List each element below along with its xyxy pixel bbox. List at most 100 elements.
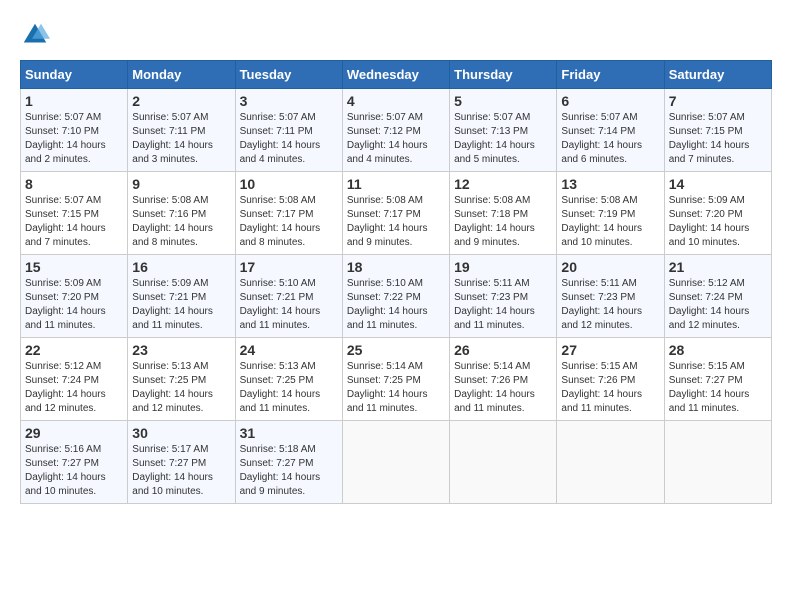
day-sunrise: Sunrise: 5:09 AM — [669, 195, 745, 206]
day-sunset: Sunset: 7:11 PM — [240, 126, 313, 137]
day-cell-29: 29 Sunrise: 5:16 AM Sunset: 7:27 PM Dayl… — [21, 421, 128, 504]
day-cell-22: 22 Sunrise: 5:12 AM Sunset: 7:24 PM Dayl… — [21, 338, 128, 421]
day-sunset: Sunset: 7:25 PM — [347, 375, 421, 386]
day-cell-31: 31 Sunrise: 5:18 AM Sunset: 7:27 PM Dayl… — [235, 421, 342, 504]
day-number: 23 — [132, 342, 230, 358]
day-cell-30: 30 Sunrise: 5:17 AM Sunset: 7:27 PM Dayl… — [128, 421, 235, 504]
header-row: SundayMondayTuesdayWednesdayThursdayFrid… — [21, 61, 772, 89]
day-sunset: Sunset: 7:16 PM — [132, 209, 206, 220]
day-sunset: Sunset: 7:22 PM — [347, 292, 421, 303]
day-sunset: Sunset: 7:15 PM — [25, 209, 99, 220]
day-daylight: Daylight: 14 hours and 2 minutes. — [25, 140, 106, 165]
day-cell-23: 23 Sunrise: 5:13 AM Sunset: 7:25 PM Dayl… — [128, 338, 235, 421]
day-sunrise: Sunrise: 5:18 AM — [240, 444, 316, 455]
day-daylight: Daylight: 14 hours and 9 minutes. — [347, 223, 428, 248]
day-daylight: Daylight: 14 hours and 9 minutes. — [240, 472, 321, 497]
day-cell-24: 24 Sunrise: 5:13 AM Sunset: 7:25 PM Dayl… — [235, 338, 342, 421]
day-sunrise: Sunrise: 5:07 AM — [454, 112, 530, 123]
day-sunrise: Sunrise: 5:09 AM — [25, 278, 101, 289]
day-cell-9: 9 Sunrise: 5:08 AM Sunset: 7:16 PM Dayli… — [128, 172, 235, 255]
day-daylight: Daylight: 14 hours and 11 minutes. — [454, 389, 535, 414]
day-sunrise: Sunrise: 5:07 AM — [669, 112, 745, 123]
day-sunrise: Sunrise: 5:08 AM — [454, 195, 530, 206]
day-daylight: Daylight: 14 hours and 7 minutes. — [25, 223, 106, 248]
day-daylight: Daylight: 14 hours and 9 minutes. — [454, 223, 535, 248]
day-cell-4: 4 Sunrise: 5:07 AM Sunset: 7:12 PM Dayli… — [342, 89, 449, 172]
day-cell-2: 2 Sunrise: 5:07 AM Sunset: 7:11 PM Dayli… — [128, 89, 235, 172]
day-number: 20 — [561, 259, 659, 275]
day-number: 5 — [454, 93, 552, 109]
column-header-friday: Friday — [557, 61, 664, 89]
day-cell-1: 1 Sunrise: 5:07 AM Sunset: 7:10 PM Dayli… — [21, 89, 128, 172]
day-sunrise: Sunrise: 5:08 AM — [347, 195, 423, 206]
day-cell-26: 26 Sunrise: 5:14 AM Sunset: 7:26 PM Dayl… — [450, 338, 557, 421]
day-sunset: Sunset: 7:27 PM — [240, 458, 314, 469]
day-number: 25 — [347, 342, 445, 358]
column-header-saturday: Saturday — [664, 61, 771, 89]
day-sunrise: Sunrise: 5:14 AM — [347, 361, 423, 372]
day-number: 22 — [25, 342, 123, 358]
day-sunrise: Sunrise: 5:15 AM — [669, 361, 745, 372]
day-daylight: Daylight: 14 hours and 12 minutes. — [669, 306, 750, 331]
day-daylight: Daylight: 14 hours and 10 minutes. — [561, 223, 642, 248]
day-cell-27: 27 Sunrise: 5:15 AM Sunset: 7:26 PM Dayl… — [557, 338, 664, 421]
empty-cell — [342, 421, 449, 504]
day-number: 3 — [240, 93, 338, 109]
day-daylight: Daylight: 14 hours and 11 minutes. — [240, 389, 321, 414]
day-number: 6 — [561, 93, 659, 109]
day-daylight: Daylight: 14 hours and 11 minutes. — [454, 306, 535, 331]
day-sunrise: Sunrise: 5:10 AM — [347, 278, 423, 289]
calendar-week-2: 8 Sunrise: 5:07 AM Sunset: 7:15 PM Dayli… — [21, 172, 772, 255]
day-sunrise: Sunrise: 5:10 AM — [240, 278, 316, 289]
day-number: 30 — [132, 425, 230, 441]
day-number: 28 — [669, 342, 767, 358]
day-sunset: Sunset: 7:27 PM — [669, 375, 743, 386]
day-daylight: Daylight: 14 hours and 4 minutes. — [347, 140, 428, 165]
day-daylight: Daylight: 14 hours and 7 minutes. — [669, 140, 750, 165]
day-sunset: Sunset: 7:23 PM — [454, 292, 528, 303]
day-cell-6: 6 Sunrise: 5:07 AM Sunset: 7:14 PM Dayli… — [557, 89, 664, 172]
day-sunrise: Sunrise: 5:09 AM — [132, 278, 208, 289]
header — [20, 20, 772, 50]
day-sunrise: Sunrise: 5:08 AM — [240, 195, 316, 206]
day-daylight: Daylight: 14 hours and 11 minutes. — [561, 389, 642, 414]
day-daylight: Daylight: 14 hours and 11 minutes. — [132, 306, 213, 331]
day-sunrise: Sunrise: 5:15 AM — [561, 361, 637, 372]
day-daylight: Daylight: 14 hours and 12 minutes. — [561, 306, 642, 331]
day-number: 4 — [347, 93, 445, 109]
day-daylight: Daylight: 14 hours and 10 minutes. — [25, 472, 106, 497]
day-sunrise: Sunrise: 5:07 AM — [561, 112, 637, 123]
day-cell-28: 28 Sunrise: 5:15 AM Sunset: 7:27 PM Dayl… — [664, 338, 771, 421]
day-sunset: Sunset: 7:11 PM — [132, 126, 205, 137]
day-cell-5: 5 Sunrise: 5:07 AM Sunset: 7:13 PM Dayli… — [450, 89, 557, 172]
day-number: 2 — [132, 93, 230, 109]
day-number: 16 — [132, 259, 230, 275]
day-number: 29 — [25, 425, 123, 441]
calendar-week-4: 22 Sunrise: 5:12 AM Sunset: 7:24 PM Dayl… — [21, 338, 772, 421]
day-daylight: Daylight: 14 hours and 11 minutes. — [347, 306, 428, 331]
day-cell-18: 18 Sunrise: 5:10 AM Sunset: 7:22 PM Dayl… — [342, 255, 449, 338]
day-sunrise: Sunrise: 5:14 AM — [454, 361, 530, 372]
day-number: 21 — [669, 259, 767, 275]
day-sunset: Sunset: 7:14 PM — [561, 126, 635, 137]
day-daylight: Daylight: 14 hours and 11 minutes. — [25, 306, 106, 331]
day-daylight: Daylight: 14 hours and 11 minutes. — [347, 389, 428, 414]
day-sunrise: Sunrise: 5:07 AM — [240, 112, 316, 123]
day-daylight: Daylight: 14 hours and 12 minutes. — [132, 389, 213, 414]
day-cell-8: 8 Sunrise: 5:07 AM Sunset: 7:15 PM Dayli… — [21, 172, 128, 255]
calendar-week-1: 1 Sunrise: 5:07 AM Sunset: 7:10 PM Dayli… — [21, 89, 772, 172]
calendar-table: SundayMondayTuesdayWednesdayThursdayFrid… — [20, 60, 772, 504]
day-number: 1 — [25, 93, 123, 109]
day-daylight: Daylight: 14 hours and 3 minutes. — [132, 140, 213, 165]
empty-cell — [664, 421, 771, 504]
column-header-monday: Monday — [128, 61, 235, 89]
day-number: 31 — [240, 425, 338, 441]
day-sunset: Sunset: 7:19 PM — [561, 209, 635, 220]
day-sunrise: Sunrise: 5:08 AM — [561, 195, 637, 206]
day-daylight: Daylight: 14 hours and 6 minutes. — [561, 140, 642, 165]
day-daylight: Daylight: 14 hours and 10 minutes. — [669, 223, 750, 248]
day-sunset: Sunset: 7:27 PM — [132, 458, 206, 469]
day-cell-25: 25 Sunrise: 5:14 AM Sunset: 7:25 PM Dayl… — [342, 338, 449, 421]
day-number: 26 — [454, 342, 552, 358]
day-daylight: Daylight: 14 hours and 5 minutes. — [454, 140, 535, 165]
